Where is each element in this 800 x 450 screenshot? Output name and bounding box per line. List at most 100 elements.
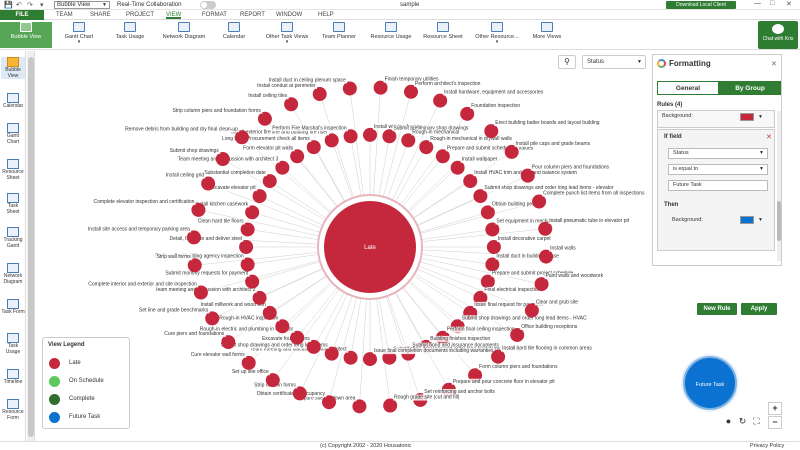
task-bubble-circle[interactable] [186, 230, 201, 245]
task-bubble[interactable]: Cure piers and foundations [163, 331, 236, 350]
task-bubble-circle[interactable] [343, 350, 358, 365]
task-bubble-circle[interactable] [275, 319, 290, 334]
sidebar-item-task-sheet[interactable]: Task Sheet [1, 193, 25, 215]
compare-value-input[interactable]: Future Task [668, 180, 768, 191]
menu-help[interactable]: HELP [318, 11, 334, 19]
close-icon[interactable]: ✕ [771, 60, 777, 68]
task-bubble[interactable]: Foundation inspection [460, 102, 522, 121]
task-bubble-circle[interactable] [324, 346, 339, 361]
task-bubble-circle[interactable] [534, 277, 549, 292]
task-bubble[interactable]: Paint walls and woodwork [534, 273, 605, 292]
group-by-select[interactable]: Status ▼ [582, 55, 646, 69]
chevron-down-icon[interactable]: ▼ [758, 114, 763, 120]
task-bubble-circle[interactable] [460, 106, 475, 121]
minimize-icon[interactable]: — [754, 0, 761, 7]
task-bubble-circle[interactable] [257, 111, 272, 126]
task-bubble-circle[interactable] [306, 140, 321, 155]
ribbon-resource-usage[interactable]: Resource Usage [368, 22, 414, 48]
task-bubble[interactable]: Clean hard tile floors [196, 218, 255, 237]
task-bubble-circle[interactable] [485, 222, 500, 237]
task-bubble-circle[interactable] [284, 97, 299, 112]
task-bubble-circle[interactable] [382, 129, 397, 144]
delete-rule-icon[interactable]: ✕ [766, 133, 772, 141]
zoom-in-button[interactable]: + [768, 402, 782, 415]
menu-team[interactable]: TEAM [56, 11, 73, 19]
sidebar-item-gantt-chart[interactable]: Gantt Chart [1, 123, 25, 145]
task-bubble-circle[interactable] [240, 222, 255, 237]
future-task-bubble[interactable]: Future Task [683, 356, 737, 410]
operator-select[interactable]: is equal to ▼ [668, 164, 768, 175]
task-bubble-circle[interactable] [201, 176, 216, 191]
task-bubble-circle[interactable] [252, 189, 267, 204]
task-bubble-circle[interactable] [491, 349, 506, 364]
task-bubble-circle[interactable] [322, 395, 337, 410]
menu-project[interactable]: PROJECT [126, 11, 154, 19]
ribbon-other-resource-views[interactable]: Other Resource... ▾ [472, 22, 522, 48]
task-bubble-circle[interactable] [262, 305, 277, 320]
menu-window[interactable]: WINDOW [276, 11, 302, 19]
undo-icon[interactable]: ↶ [16, 1, 22, 9]
scrollbar-thumb[interactable] [777, 201, 781, 241]
task-bubble-circle[interactable] [234, 130, 249, 145]
task-bubble-circle[interactable] [343, 129, 358, 144]
maximize-icon[interactable]: □ [770, 0, 774, 7]
tab-general[interactable]: General [657, 81, 719, 95]
ribbon-other-task-views[interactable]: Other Task Views ▾ [262, 22, 312, 48]
field-select[interactable]: Status ▼ [668, 148, 768, 159]
task-bubble-circle[interactable] [484, 124, 499, 139]
center-bubble-late[interactable]: Late [317, 194, 423, 300]
task-bubble-circle[interactable] [383, 398, 398, 413]
ribbon-resource-sheet[interactable]: Resource Sheet [420, 22, 466, 48]
sidebar-item-calendar[interactable]: Calendar [1, 93, 25, 110]
task-bubble-circle[interactable] [463, 174, 478, 189]
fit-screen-icon[interactable]: ⛶ [750, 415, 763, 428]
save-icon[interactable]: 💾 [4, 1, 13, 9]
sidebar-item-resource-form[interactable]: Resource Form [1, 399, 25, 421]
task-bubble-circle[interactable] [215, 152, 230, 167]
task-bubble-circle[interactable] [486, 240, 501, 254]
task-bubble-circle[interactable] [480, 205, 495, 220]
task-bubble[interactable]: Install pile caps and grade beams [504, 140, 592, 159]
new-rule-button[interactable]: New Rule [697, 303, 737, 315]
task-bubble-circle[interactable] [352, 399, 367, 414]
center-dot-icon[interactable]: ● [722, 415, 735, 428]
task-bubble-circle[interactable] [262, 174, 277, 189]
ribbon-task-usage[interactable]: Task Usage [108, 22, 152, 48]
task-bubble[interactable]: Install pneumatic tube in elevator pit [538, 217, 631, 236]
task-bubble[interactable]: Office building receptions [510, 323, 579, 342]
task-bubble-circle[interactable] [504, 144, 519, 159]
task-bubble-circle[interactable] [265, 373, 280, 388]
ribbon-network-diagram[interactable]: Network Diagram [158, 22, 210, 48]
task-bubble-circle[interactable] [450, 160, 465, 175]
task-bubble[interactable]: Install hard tile flooring in common are… [491, 345, 594, 364]
task-bubble-circle[interactable] [401, 133, 416, 148]
task-bubble-circle[interactable] [520, 168, 535, 183]
zoom-out-button[interactable]: − [768, 416, 782, 429]
task-bubble[interactable]: Strip column piers and foundation forms [171, 107, 272, 126]
dropdown-icon[interactable]: ▾ [40, 1, 44, 9]
ribbon-gantt-chart[interactable]: Gantt Chart ▾ [56, 22, 102, 48]
tab-by-group[interactable]: By Group [719, 81, 781, 95]
sidebar-item-tracking-gantt[interactable]: Tracking Gantt [1, 227, 25, 249]
task-bubble-circle[interactable] [312, 87, 327, 102]
task-bubble-circle[interactable] [373, 80, 388, 95]
ribbon-calendar[interactable]: Calendar [216, 22, 252, 48]
task-bubble-circle[interactable] [473, 189, 488, 204]
chevron-down-icon[interactable]: ▼ [758, 217, 763, 223]
task-bubble[interactable]: Complete elevator inspection and certifi… [92, 198, 206, 217]
download-client-button[interactable]: Download Local Client [666, 1, 736, 9]
rtc-toggle[interactable] [200, 1, 216, 9]
sidebar-scrollbar[interactable] [27, 51, 35, 450]
menu-file[interactable]: FILE [0, 10, 44, 20]
color-swatch[interactable] [740, 113, 754, 121]
task-bubble-circle[interactable] [275, 160, 290, 175]
view-selector[interactable]: Bubble View ▼ [54, 1, 110, 9]
task-bubble-circle[interactable] [363, 352, 377, 367]
redo-icon[interactable]: ↷ [27, 1, 33, 9]
task-bubble-circle[interactable] [191, 202, 206, 217]
task-bubble-circle[interactable] [292, 386, 307, 401]
sidebar-item-resource-sheet[interactable]: Resource Sheet [1, 159, 25, 181]
task-bubble-circle[interactable] [205, 311, 220, 326]
task-bubble[interactable]: Complete punch list items from all inspe… [532, 190, 647, 209]
task-bubble-circle[interactable] [252, 290, 267, 305]
